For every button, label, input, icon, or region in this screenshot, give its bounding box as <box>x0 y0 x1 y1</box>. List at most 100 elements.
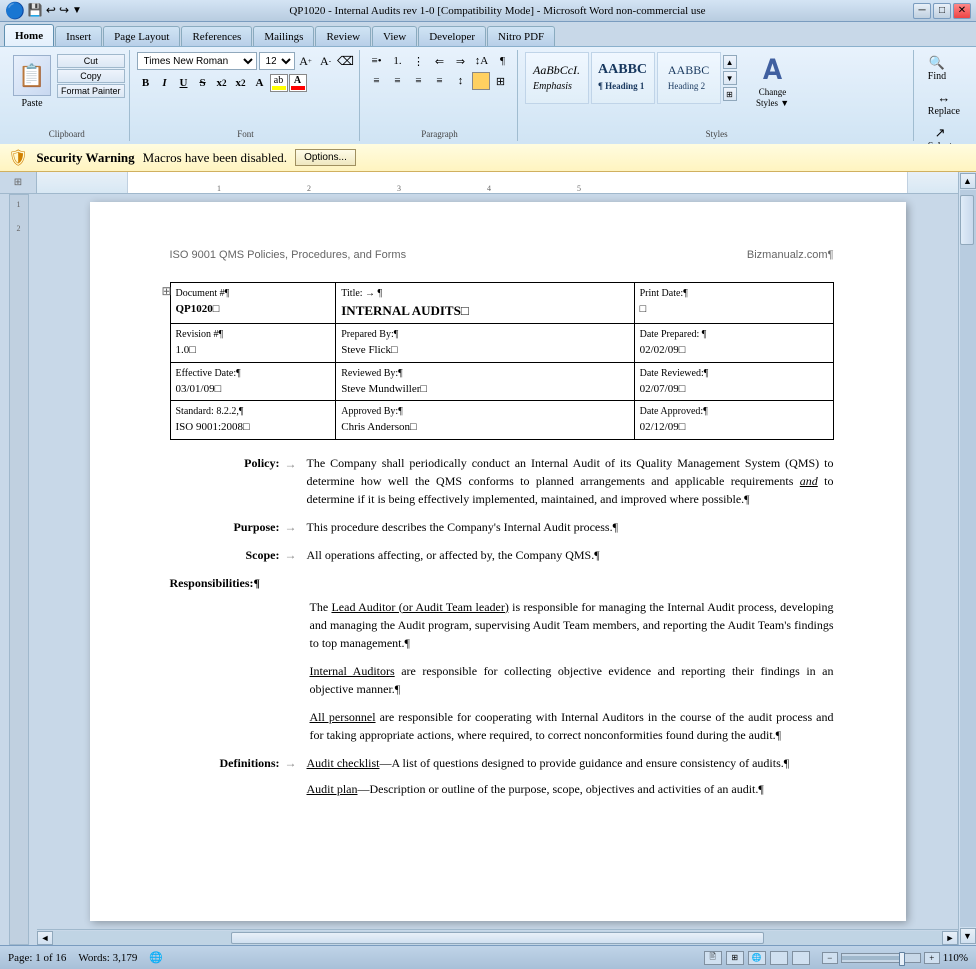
quick-access-redo[interactable]: ↪ <box>59 3 69 18</box>
decrease-indent-button[interactable]: ⇐ <box>430 52 450 70</box>
strikethrough-button[interactable]: S <box>194 74 212 92</box>
table-cell-reviewedby: Reviewed By:¶ Steve Mundwiller□ <box>336 362 634 401</box>
hscroll-thumb[interactable] <box>231 932 764 944</box>
style-heading2[interactable]: AABBCHeading 2 <box>657 52 721 104</box>
paste-button[interactable]: 📋 Paste <box>9 52 55 112</box>
minimize-button[interactable]: ─ <box>913 3 931 19</box>
align-center-button[interactable]: ≡ <box>388 72 408 90</box>
definitions-content: Audit checklist—A list of questions desi… <box>307 754 834 798</box>
page-info: Page: 1 of 16 <box>8 952 66 964</box>
paragraph-row1: ≡• 1. ⋮ ⇐ ⇒ ↕A ¶ <box>367 52 513 70</box>
maximize-button[interactable]: □ <box>933 3 951 19</box>
status-bar: Page: 1 of 16 Words: 3,179 🌐 🖹 ⊞ 🌐 − + 1… <box>0 945 976 969</box>
vscroll-thumb[interactable] <box>960 195 974 245</box>
bullets-button[interactable]: ≡• <box>367 52 387 70</box>
underline-button[interactable]: U <box>175 74 193 92</box>
table-cell-docnum: Document #¶ QP1020□ <box>170 282 336 324</box>
format-painter-button[interactable]: Format Painter <box>57 84 125 98</box>
table-cell-revision: Revision #¶ 1.0□ <box>170 324 336 363</box>
shrink-font-button[interactable]: A- <box>317 52 335 70</box>
tab-insert[interactable]: Insert <box>55 26 102 46</box>
font-name-select[interactable]: Times New Roman <box>137 52 257 70</box>
options-button[interactable]: Options... <box>295 149 356 166</box>
tab-mailings[interactable]: Mailings <box>253 26 314 46</box>
quick-access-more[interactable]: ▼ <box>72 5 82 16</box>
vertical-scrollbar[interactable]: ▲ ▼ <box>958 172 976 945</box>
vscroll-down-button[interactable]: ▼ <box>960 928 976 944</box>
zoom-out-button[interactable]: − <box>822 952 838 964</box>
font-size-select[interactable]: 12 <box>259 52 295 70</box>
multilevel-list-button[interactable]: ⋮ <box>409 52 429 70</box>
zoom-in-button[interactable]: + <box>924 952 940 964</box>
titlebar: 🔵 💾 ↩ ↪ ▼ QP1020 - Internal Audits rev 1… <box>0 0 976 22</box>
document-area: ⊞ 1 2 1 2 3 4 5 <box>0 172 976 945</box>
responsibilities-para3: All personnel are responsible for cooper… <box>310 708 834 744</box>
zoom-thumb[interactable] <box>899 952 905 966</box>
print-date-value: □ <box>640 301 828 318</box>
align-justify-button[interactable]: ≡ <box>430 72 450 90</box>
tab-references[interactable]: References <box>181 26 252 46</box>
style-emphasis[interactable]: AaBbCcI.Emphasis <box>525 52 589 104</box>
clipboard-group: 📋 Paste Cut Copy Format Painter Clipboar… <box>5 50 130 141</box>
definitions-arrow: → <box>285 754 307 798</box>
borders-button[interactable]: ⊞ <box>491 72 511 90</box>
tab-view[interactable]: View <box>372 26 417 46</box>
align-left-button[interactable]: ≡ <box>367 72 387 90</box>
quick-access-save[interactable]: 💾 <box>28 3 43 18</box>
styles-scroll-expand[interactable]: ⊞ <box>723 87 737 101</box>
tab-home[interactable]: Home <box>4 24 54 46</box>
bold-button[interactable]: B <box>137 74 155 92</box>
text-effect-button[interactable]: A <box>251 74 269 92</box>
tab-developer[interactable]: Developer <box>418 26 486 46</box>
clipboard-group-label: Clipboard <box>9 127 125 139</box>
numbering-button[interactable]: 1. <box>388 52 408 70</box>
draft-view[interactable] <box>792 951 810 965</box>
editing-group-content: 🔍 Find ↔ Replace ↗ Select <box>921 52 967 155</box>
vscroll-track[interactable] <box>960 190 976 927</box>
styles-scroll-down[interactable]: ▼ <box>723 71 737 85</box>
paragraph-group: ≡• 1. ⋮ ⇐ ⇒ ↕A ¶ ≡ ≡ ≡ ≡ ↕ <box>363 50 518 141</box>
vscroll-up-button[interactable]: ▲ <box>960 173 976 189</box>
full-screen-view[interactable]: ⊞ <box>726 951 744 965</box>
replace-button[interactable]: ↔ Replace <box>921 87 967 120</box>
increase-indent-button[interactable]: ⇒ <box>451 52 471 70</box>
tab-review[interactable]: Review <box>315 26 371 46</box>
change-styles-button[interactable]: 𝐀 ChangeStyles ▼ <box>743 52 803 112</box>
quick-access-undo[interactable]: ↩ <box>46 3 56 18</box>
italic-button[interactable]: I <box>156 74 174 92</box>
show-marks-button[interactable]: ¶ <box>493 52 513 70</box>
outline-view[interactable] <box>770 951 788 965</box>
font-color-button[interactable]: A <box>289 74 307 92</box>
horizontal-scrollbar[interactable]: ◄ ► <box>37 929 958 945</box>
grow-font-button[interactable]: A+ <box>297 52 315 70</box>
copy-button[interactable]: Copy <box>57 69 125 83</box>
scope-text: All operations affecting, or affected by… <box>307 546 834 564</box>
lead-auditor-underline: Lead Auditor (or Audit Team leader) <box>331 600 508 614</box>
align-right-button[interactable]: ≡ <box>409 72 429 90</box>
shading-button[interactable] <box>472 72 490 90</box>
close-button[interactable]: ✕ <box>953 3 971 19</box>
font-format-row: B I U S x2 x2 A ab A <box>137 74 307 92</box>
clear-format-button[interactable]: ⌫ <box>337 52 355 70</box>
print-layout-view[interactable]: 🖹 <box>704 951 722 965</box>
zoom-slider[interactable] <box>841 953 921 963</box>
hscroll-left-button[interactable]: ◄ <box>37 931 53 945</box>
titlebar-left-icons: 🔵 💾 ↩ ↪ ▼ <box>5 1 82 21</box>
page-scroll-area[interactable]: ISO 9001 QMS Policies, Procedures, and F… <box>37 194 958 929</box>
find-icon: 🔍 <box>929 55 945 71</box>
sort-button[interactable]: ↕A <box>472 52 492 70</box>
hscroll-right-button[interactable]: ► <box>942 931 958 945</box>
hscroll-track[interactable] <box>53 931 942 945</box>
web-layout-view[interactable]: 🌐 <box>748 951 766 965</box>
subscript-button[interactable]: x2 <box>213 74 231 92</box>
cut-button[interactable]: Cut <box>57 54 125 68</box>
find-button[interactable]: 🔍 Find <box>921 52 953 85</box>
style-heading1[interactable]: AABBC¶ Heading 1 <box>591 52 655 104</box>
tab-page-layout[interactable]: Page Layout <box>103 26 180 46</box>
superscript-button[interactable]: x2 <box>232 74 250 92</box>
highlight-color-button[interactable]: ab <box>270 74 288 92</box>
audit-plan-underline: Audit plan <box>307 782 358 796</box>
line-spacing-button[interactable]: ↕ <box>451 72 471 90</box>
styles-scroll-up[interactable]: ▲ <box>723 55 737 69</box>
tab-nitro-pdf[interactable]: Nitro PDF <box>487 26 555 46</box>
